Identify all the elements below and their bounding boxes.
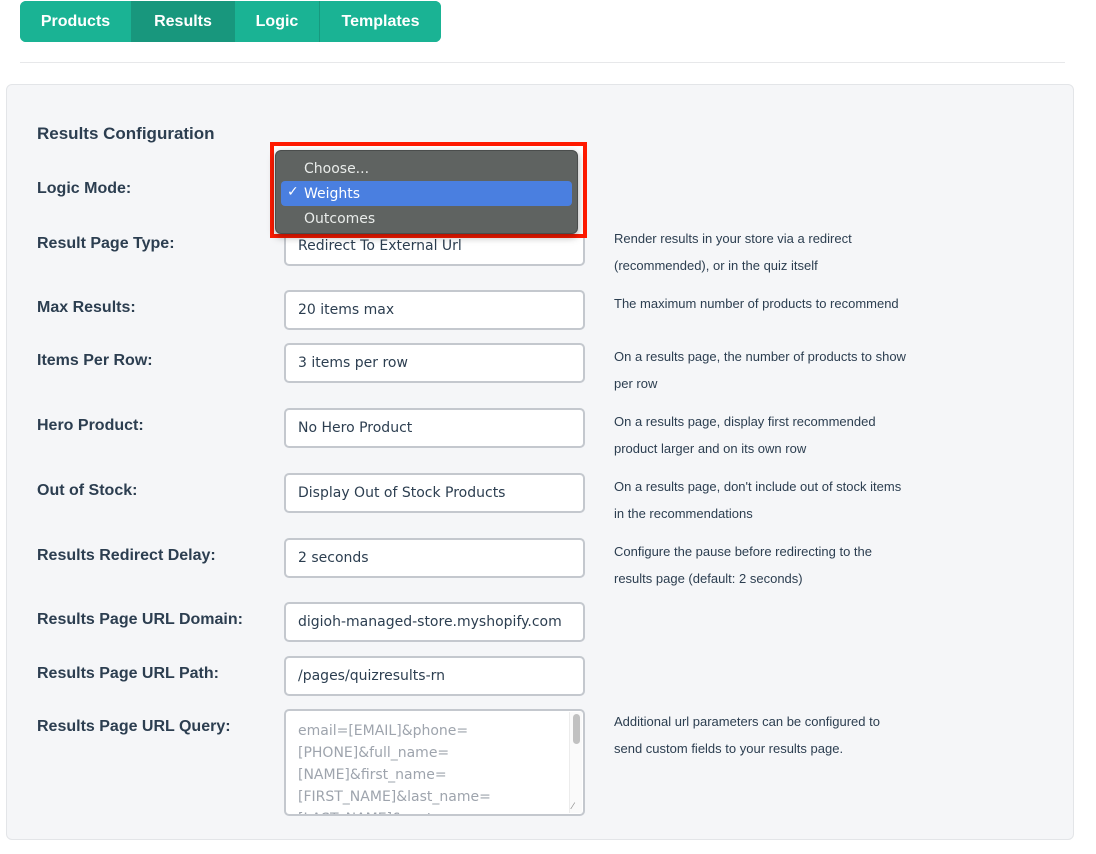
max-results-help: The maximum number of products to recomm…	[614, 290, 924, 317]
url-domain-input[interactable]: digioh-managed-store.myshopify.com	[284, 602, 585, 642]
placeholder-line: email=[EMAIL]&phone=	[298, 723, 469, 739]
url-path-input[interactable]: /pages/quizresults-rn	[284, 656, 585, 696]
url-domain-label: Results Page URL Domain:	[37, 611, 243, 628]
max-results-select[interactable]: 20 items max	[284, 290, 585, 330]
items-per-row-help: On a results page, the number of product…	[614, 343, 924, 397]
help-line: send custom fields to your results page.	[614, 741, 844, 756]
url-path-label: Results Page URL Path:	[37, 665, 219, 682]
logic-mode-label: Logic Mode:	[37, 180, 132, 197]
help-line: (recommended), or in the quiz itself	[614, 258, 818, 273]
result-page-type-label: Result Page Type:	[37, 235, 175, 252]
textarea-scrollbar[interactable]	[569, 712, 582, 813]
tab-bar: Products Results Logic Templates	[20, 1, 441, 42]
items-per-row-label: Items Per Row:	[37, 352, 153, 369]
redirect-delay-help: Configure the pause before redirecting t…	[614, 538, 924, 592]
placeholder-line: [FIRST_NAME]&last_name=	[298, 789, 491, 805]
tab-logic[interactable]: Logic	[235, 1, 320, 42]
help-line: in the recommendations	[614, 506, 753, 521]
help-line: product larger and on its own row	[614, 441, 807, 456]
result-page-type-help: Render results in your store via a redir…	[614, 225, 924, 279]
placeholder-line: [PHONE]&full_name=	[298, 745, 450, 761]
checkmark-icon: ✓	[287, 184, 299, 200]
max-results-label: Max Results:	[37, 299, 136, 316]
option-label: Weights	[304, 185, 361, 202]
help-line: On a results page, don't include out of …	[614, 479, 902, 494]
help-line: Render results in your store via a redir…	[614, 231, 852, 246]
option-outcomes[interactable]: Outcomes	[281, 206, 572, 231]
option-weights[interactable]: ✓ Weights	[281, 181, 572, 206]
url-query-help: Additional url parameters can be configu…	[614, 708, 924, 762]
panel-title: Results Configuration	[37, 124, 215, 143]
help-line: per row	[614, 376, 658, 391]
out-of-stock-select[interactable]: Display Out of Stock Products	[284, 473, 585, 513]
hero-product-label: Hero Product:	[37, 417, 144, 434]
divider	[20, 62, 1065, 63]
help-line: Additional url parameters can be configu…	[614, 714, 880, 729]
out-of-stock-help: On a results page, don't include out of …	[614, 473, 924, 527]
scrollbar-thumb[interactable]	[573, 714, 580, 744]
redirect-delay-label: Results Redirect Delay:	[37, 547, 216, 564]
help-line: On a results page, the number of product…	[614, 349, 906, 364]
option-label: Choose...	[304, 160, 370, 177]
placeholder-line: [NAME]&first_name=	[298, 767, 447, 783]
help-line: On a results page, display first recomme…	[614, 414, 876, 429]
option-label: Outcomes	[304, 210, 376, 227]
items-per-row-select[interactable]: 3 items per row	[284, 343, 585, 383]
hero-product-help: On a results page, display first recomme…	[614, 408, 924, 462]
resize-grip-icon[interactable]: ⁄	[572, 803, 581, 812]
url-query-label: Results Page URL Query:	[37, 718, 231, 735]
out-of-stock-label: Out of Stock:	[37, 482, 138, 499]
help-line: Configure the pause before redirecting t…	[614, 544, 873, 559]
tab-results[interactable]: Results	[131, 1, 235, 42]
tab-products[interactable]: Products	[20, 1, 131, 42]
hero-product-select[interactable]: No Hero Product	[284, 408, 585, 448]
logic-mode-dropdown-menu: Choose... ✓ Weights Outcomes	[275, 150, 578, 234]
redirect-delay-select[interactable]: 2 seconds	[284, 538, 585, 578]
url-query-textarea[interactable]: email=[EMAIL]&phone= [PHONE]&full_name= …	[284, 709, 585, 816]
placeholder-line: [LAST_NAME]&customer...	[298, 808, 559, 814]
tab-templates[interactable]: Templates	[320, 1, 441, 42]
option-choose[interactable]: Choose...	[281, 156, 572, 181]
help-line: results page (default: 2 seconds)	[614, 571, 803, 586]
help-line: The maximum number of products to recomm…	[614, 296, 899, 311]
